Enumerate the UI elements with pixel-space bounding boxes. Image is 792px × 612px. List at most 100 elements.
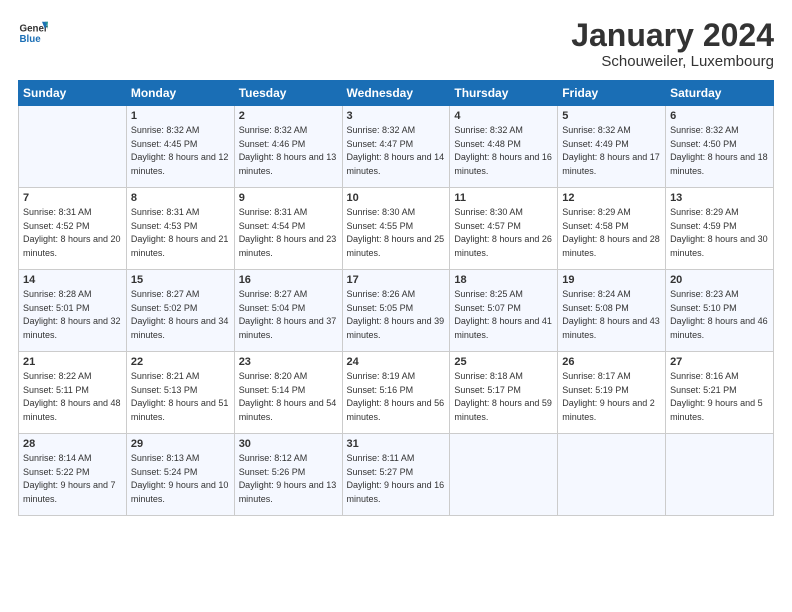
day-number: 1 (131, 110, 230, 122)
day-info: Sunrise: 8:14 AMSunset: 5:22 PMDaylight:… (23, 452, 122, 506)
week-row-3: 14 Sunrise: 8:28 AMSunset: 5:01 PMDayligh… (19, 270, 774, 352)
month-title: January 2024 (571, 18, 774, 53)
day-info: Sunrise: 8:32 AMSunset: 4:47 PMDaylight:… (347, 124, 446, 178)
header-row: General Blue January 2024 Schouweiler, L… (18, 18, 774, 70)
day-info: Sunrise: 8:31 AMSunset: 4:54 PMDaylight:… (239, 206, 338, 260)
day-number: 12 (562, 192, 661, 204)
day-info: Sunrise: 8:19 AMSunset: 5:16 PMDaylight:… (347, 370, 446, 424)
day-info: Sunrise: 8:20 AMSunset: 5:14 PMDaylight:… (239, 370, 338, 424)
day-info: Sunrise: 8:16 AMSunset: 5:21 PMDaylight:… (670, 370, 769, 424)
cell-w3-d6: 19 Sunrise: 8:24 AMSunset: 5:08 PMDayligh… (558, 270, 666, 352)
day-info: Sunrise: 8:22 AMSunset: 5:11 PMDaylight:… (23, 370, 122, 424)
cell-w4-d6: 26 Sunrise: 8:17 AMSunset: 5:19 PMDayligh… (558, 352, 666, 434)
day-info: Sunrise: 8:12 AMSunset: 5:26 PMDaylight:… (239, 452, 338, 506)
day-info: Sunrise: 8:27 AMSunset: 5:04 PMDaylight:… (239, 288, 338, 342)
day-number: 6 (670, 110, 769, 122)
day-number: 14 (23, 274, 122, 286)
day-number: 19 (562, 274, 661, 286)
cell-w1-d7: 6Sunrise: 8:32 AMSunset: 4:50 PMDaylight… (666, 106, 774, 188)
cell-w3-d3: 16 Sunrise: 8:27 AMSunset: 5:04 PMDayligh… (234, 270, 342, 352)
cell-w1-d3: 2Sunrise: 8:32 AMSunset: 4:46 PMDaylight… (234, 106, 342, 188)
cell-w5-d7 (666, 434, 774, 516)
day-info: Sunrise: 8:11 AMSunset: 5:27 PMDaylight:… (347, 452, 446, 506)
cell-w5-d5 (450, 434, 558, 516)
cell-w4-d1: 21 Sunrise: 8:22 AMSunset: 5:11 PMDayligh… (19, 352, 127, 434)
cell-w4-d7: 27 Sunrise: 8:16 AMSunset: 5:21 PMDayligh… (666, 352, 774, 434)
cell-w2-d7: 13 Sunrise: 8:29 AMSunset: 4:59 PMDayligh… (666, 188, 774, 270)
cell-w1-d5: 4Sunrise: 8:32 AMSunset: 4:48 PMDaylight… (450, 106, 558, 188)
location: Schouweiler, Luxembourg (571, 53, 774, 70)
day-info: Sunrise: 8:29 AMSunset: 4:59 PMDaylight:… (670, 206, 769, 260)
cell-w2-d1: 7 Sunrise: 8:31 AMSunset: 4:52 PMDaylight… (19, 188, 127, 270)
cell-w3-d4: 17 Sunrise: 8:26 AMSunset: 5:05 PMDayligh… (342, 270, 450, 352)
cell-w5-d2: 29 Sunrise: 8:13 AMSunset: 5:24 PMDayligh… (126, 434, 234, 516)
day-number: 15 (131, 274, 230, 286)
day-number: 9 (239, 192, 338, 204)
day-number: 25 (454, 356, 553, 368)
day-number: 29 (131, 438, 230, 450)
logo-icon: General Blue (18, 18, 48, 48)
day-info: Sunrise: 8:23 AMSunset: 5:10 PMDaylight:… (670, 288, 769, 342)
cell-w2-d6: 12 Sunrise: 8:29 AMSunset: 4:58 PMDayligh… (558, 188, 666, 270)
day-info: Sunrise: 8:31 AMSunset: 4:52 PMDaylight:… (23, 206, 122, 260)
cell-w2-d3: 9 Sunrise: 8:31 AMSunset: 4:54 PMDaylight… (234, 188, 342, 270)
day-info: Sunrise: 8:13 AMSunset: 5:24 PMDaylight:… (131, 452, 230, 506)
day-number: 31 (347, 438, 446, 450)
day-info: Sunrise: 8:32 AMSunset: 4:46 PMDaylight:… (239, 124, 338, 178)
day-number: 23 (239, 356, 338, 368)
col-monday: Monday (126, 81, 234, 106)
cell-w1-d4: 3 Sunrise: 8:32 AMSunset: 4:47 PMDaylight… (342, 106, 450, 188)
header-row-days: Sunday Monday Tuesday Wednesday Thursday… (19, 81, 774, 106)
day-info: Sunrise: 8:27 AMSunset: 5:02 PMDaylight:… (131, 288, 230, 342)
cell-w5-d3: 30 Sunrise: 8:12 AMSunset: 5:26 PMDayligh… (234, 434, 342, 516)
cell-w3-d1: 14 Sunrise: 8:28 AMSunset: 5:01 PMDayligh… (19, 270, 127, 352)
col-saturday: Saturday (666, 81, 774, 106)
day-number: 21 (23, 356, 122, 368)
day-info: Sunrise: 8:31 AMSunset: 4:53 PMDaylight:… (131, 206, 230, 260)
day-number: 20 (670, 274, 769, 286)
day-number: 27 (670, 356, 769, 368)
week-row-5: 28 Sunrise: 8:14 AMSunset: 5:22 PMDayligh… (19, 434, 774, 516)
cell-w4-d4: 24Sunrise: 8:19 AMSunset: 5:16 PMDayligh… (342, 352, 450, 434)
col-tuesday: Tuesday (234, 81, 342, 106)
cell-w4-d5: 25 Sunrise: 8:18 AMSunset: 5:17 PMDayligh… (450, 352, 558, 434)
cell-w2-d4: 10Sunrise: 8:30 AMSunset: 4:55 PMDayligh… (342, 188, 450, 270)
day-info: Sunrise: 8:32 AMSunset: 4:48 PMDaylight:… (454, 124, 553, 178)
day-info: Sunrise: 8:21 AMSunset: 5:13 PMDaylight:… (131, 370, 230, 424)
day-number: 28 (23, 438, 122, 450)
day-info: Sunrise: 8:17 AMSunset: 5:19 PMDaylight:… (562, 370, 661, 424)
cell-w5-d1: 28 Sunrise: 8:14 AMSunset: 5:22 PMDayligh… (19, 434, 127, 516)
cell-w3-d2: 15 Sunrise: 8:27 AMSunset: 5:02 PMDayligh… (126, 270, 234, 352)
week-row-2: 7 Sunrise: 8:31 AMSunset: 4:52 PMDaylight… (19, 188, 774, 270)
week-row-1: 1 Sunrise: 8:32 AMSunset: 4:45 PMDaylight… (19, 106, 774, 188)
day-info: Sunrise: 8:24 AMSunset: 5:08 PMDaylight:… (562, 288, 661, 342)
day-number: 30 (239, 438, 338, 450)
col-thursday: Thursday (450, 81, 558, 106)
day-info: Sunrise: 8:32 AMSunset: 4:49 PMDaylight:… (562, 124, 661, 178)
day-number: 3 (347, 110, 446, 122)
cell-w5-d4: 31 Sunrise: 8:11 AMSunset: 5:27 PMDayligh… (342, 434, 450, 516)
day-info: Sunrise: 8:28 AMSunset: 5:01 PMDaylight:… (23, 288, 122, 342)
cell-w1-d1 (19, 106, 127, 188)
day-number: 8 (131, 192, 230, 204)
day-info: Sunrise: 8:26 AMSunset: 5:05 PMDaylight:… (347, 288, 446, 342)
day-info: Sunrise: 8:18 AMSunset: 5:17 PMDaylight:… (454, 370, 553, 424)
day-number: 17 (347, 274, 446, 286)
logo: General Blue (18, 18, 48, 48)
cell-w1-d2: 1 Sunrise: 8:32 AMSunset: 4:45 PMDaylight… (126, 106, 234, 188)
title-block: January 2024 Schouweiler, Luxembourg (571, 18, 774, 70)
day-info: Sunrise: 8:29 AMSunset: 4:58 PMDaylight:… (562, 206, 661, 260)
day-number: 26 (562, 356, 661, 368)
cell-w3-d7: 20 Sunrise: 8:23 AMSunset: 5:10 PMDayligh… (666, 270, 774, 352)
day-number: 11 (454, 192, 553, 204)
cell-w2-d5: 11 Sunrise: 8:30 AMSunset: 4:57 PMDayligh… (450, 188, 558, 270)
page-container: General Blue January 2024 Schouweiler, L… (0, 0, 792, 526)
day-info: Sunrise: 8:32 AMSunset: 4:45 PMDaylight:… (131, 124, 230, 178)
day-number: 13 (670, 192, 769, 204)
calendar-table: Sunday Monday Tuesday Wednesday Thursday… (18, 80, 774, 516)
day-number: 16 (239, 274, 338, 286)
week-row-4: 21 Sunrise: 8:22 AMSunset: 5:11 PMDayligh… (19, 352, 774, 434)
day-info: Sunrise: 8:30 AMSunset: 4:57 PMDaylight:… (454, 206, 553, 260)
day-number: 7 (23, 192, 122, 204)
day-number: 10 (347, 192, 446, 204)
